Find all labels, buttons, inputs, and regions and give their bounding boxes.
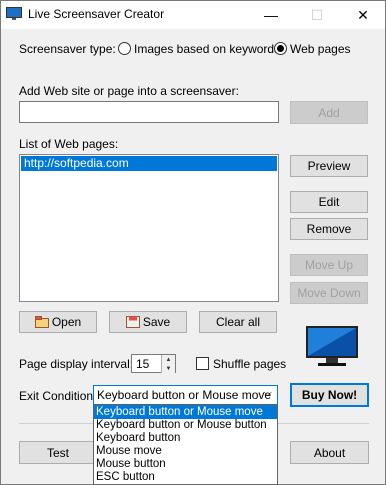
about-button[interactable]: About	[290, 441, 369, 464]
maximize-icon: ☐	[310, 6, 324, 23]
minimize-button[interactable]: —	[248, 1, 294, 29]
move-down-button[interactable]: Move Down	[290, 282, 368, 304]
exit-condition-select[interactable]: Keyboard button or Mouse move ⌵	[93, 385, 278, 405]
interval-spinner[interactable]: 15 ▲ ▼	[131, 354, 176, 373]
radio-images-keywords[interactable]	[118, 42, 131, 55]
monitor-icon	[304, 325, 360, 369]
chevron-down-icon[interactable]: ⌵	[264, 387, 272, 400]
radio-images-keywords-label[interactable]: Images based on keywords	[134, 42, 280, 56]
dropdown-option[interactable]: Mouse move	[94, 445, 277, 458]
window-title: Live Screensaver Creator	[28, 7, 165, 21]
add-button[interactable]: Add	[290, 101, 368, 124]
save-icon	[125, 316, 140, 328]
save-label: Save	[142, 315, 171, 329]
shuffle-checkbox[interactable]	[196, 357, 209, 370]
app-icon	[6, 7, 22, 21]
dropdown-option[interactable]: Keyboard button or Mouse move	[94, 406, 277, 419]
exit-condition-value: Keyboard button or Mouse move	[97, 388, 272, 402]
remove-button[interactable]: Remove	[290, 218, 368, 240]
exit-condition-label: Exit Condition:	[19, 389, 97, 403]
minimize-icon: —	[264, 7, 278, 23]
radio-web-pages-label[interactable]: Web pages	[290, 42, 351, 56]
maximize-button[interactable]: ☐	[294, 1, 340, 29]
add-site-label: Add Web site or page into a screensaver:	[19, 84, 239, 98]
shuffle-label[interactable]: Shuffle pages	[213, 357, 286, 371]
open-label: Open	[51, 315, 82, 329]
dropdown-option[interactable]: Mouse button	[94, 458, 277, 471]
add-site-input[interactable]	[19, 101, 279, 123]
close-button[interactable]: ✕	[340, 1, 386, 29]
dropdown-option[interactable]: Keyboard button or Mouse button	[94, 419, 277, 432]
open-button[interactable]: Open	[19, 311, 97, 333]
spin-up-button[interactable]: ▲	[161, 355, 175, 364]
clear-all-button[interactable]: Clear all	[199, 311, 277, 333]
list-item[interactable]: http://softpedia.com	[21, 156, 277, 171]
screensaver-type-label: Screensaver type:	[19, 42, 116, 56]
dropdown-option[interactable]: Keyboard button	[94, 432, 277, 445]
close-icon: ✕	[357, 6, 369, 23]
radio-web-pages[interactable]	[274, 42, 287, 55]
test-button[interactable]: Test	[19, 441, 97, 464]
web-pages-list[interactable]: http://softpedia.com	[19, 154, 279, 302]
save-button[interactable]: Save	[109, 311, 187, 333]
web-pages-label: List of Web pages:	[19, 137, 119, 151]
interval-value[interactable]: 15	[136, 357, 149, 371]
preview-button[interactable]: Preview	[290, 155, 368, 177]
buy-now-button[interactable]: Buy Now!	[290, 383, 369, 407]
exit-condition-dropdown[interactable]: Keyboard button or Mouse move Keyboard b…	[93, 405, 278, 485]
spin-down-button[interactable]: ▼	[161, 364, 175, 373]
edit-button[interactable]: Edit	[290, 191, 368, 213]
dropdown-option[interactable]: ESC button	[94, 471, 277, 484]
interval-label: Page display interval:	[19, 357, 134, 371]
move-up-button[interactable]: Move Up	[290, 254, 368, 276]
folder-icon	[34, 316, 49, 328]
